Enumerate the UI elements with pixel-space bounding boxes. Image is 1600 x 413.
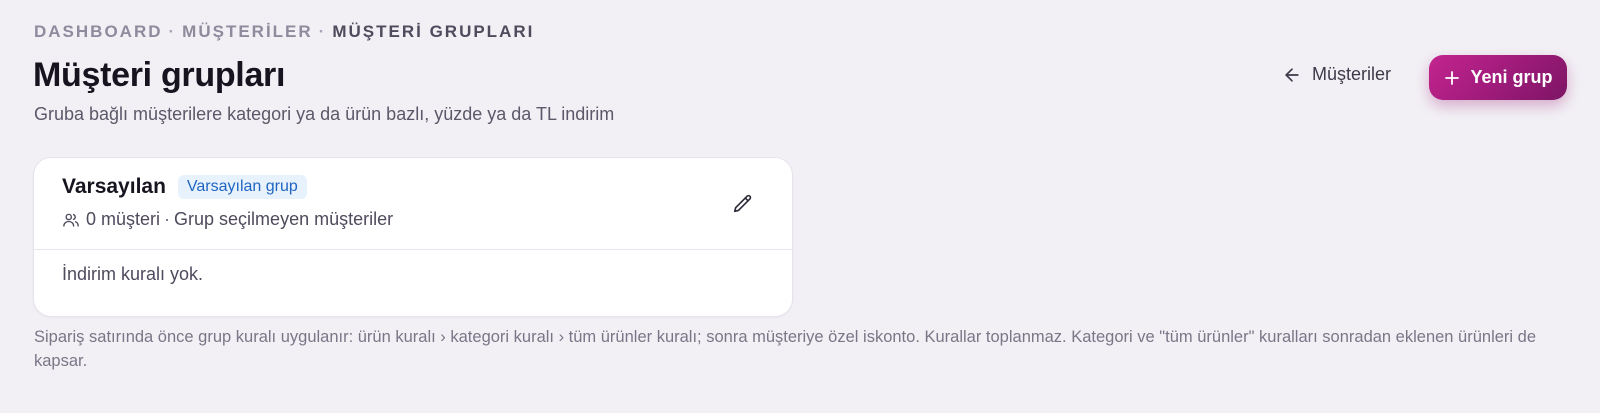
default-group-badge: Varsayılan grup — [177, 175, 307, 199]
plus-icon — [1445, 70, 1460, 85]
group-meta: 0 müşteri · Grup seçilmeyen müşteriler — [62, 209, 393, 230]
group-name: Varsayılan — [62, 175, 166, 198]
group-description: Grup seçilmeyen müşteriler — [174, 209, 394, 229]
new-group-button-label: Yeni grup — [1470, 67, 1553, 87]
back-to-customers-link[interactable]: Müşteriler — [1282, 64, 1391, 85]
breadcrumb-customers[interactable]: MÜŞTERİLER — [182, 22, 313, 42]
group-title-row: Varsayılan Varsayılan grup — [62, 175, 307, 199]
breadcrumb: DASHBOARD · MÜŞTERİLER · MÜŞTERİ GRUPLAR… — [34, 22, 534, 42]
new-group-button[interactable]: Yeni grup — [1429, 55, 1567, 100]
edit-group-button[interactable] — [728, 189, 758, 219]
breadcrumb-separator: · — [318, 22, 327, 41]
page-title: Müşteri grupları — [33, 56, 286, 94]
page: DASHBOARD · MÜŞTERİLER · MÜŞTERİ GRUPLAR… — [0, 0, 1600, 413]
breadcrumb-separator: · — [168, 22, 177, 41]
group-card: Varsayılan Varsayılan grup 0 müşteri · G… — [33, 157, 793, 317]
arrow-left-icon — [1285, 67, 1299, 82]
meta-separator: · — [164, 209, 171, 229]
breadcrumb-customer-groups: MÜŞTERİ GRUPLARI — [332, 22, 535, 41]
group-card-header: Varsayılan Varsayılan grup 0 müşteri · G… — [34, 158, 792, 250]
page-subtitle: Gruba bağlı müşterilere kategori ya da ü… — [34, 104, 615, 124]
back-link-label: Müşteriler — [1312, 64, 1392, 84]
breadcrumb-dashboard[interactable]: DASHBOARD — [34, 22, 163, 42]
group-rules-text: İndirim kuralı yok. — [62, 264, 204, 284]
users-icon — [63, 213, 79, 227]
rules-footnote: Sipariş satırında önce grup kuralı uygul… — [34, 328, 1537, 370]
group-member-count: 0 müşteri — [86, 209, 161, 229]
pencil-icon — [733, 194, 752, 213]
